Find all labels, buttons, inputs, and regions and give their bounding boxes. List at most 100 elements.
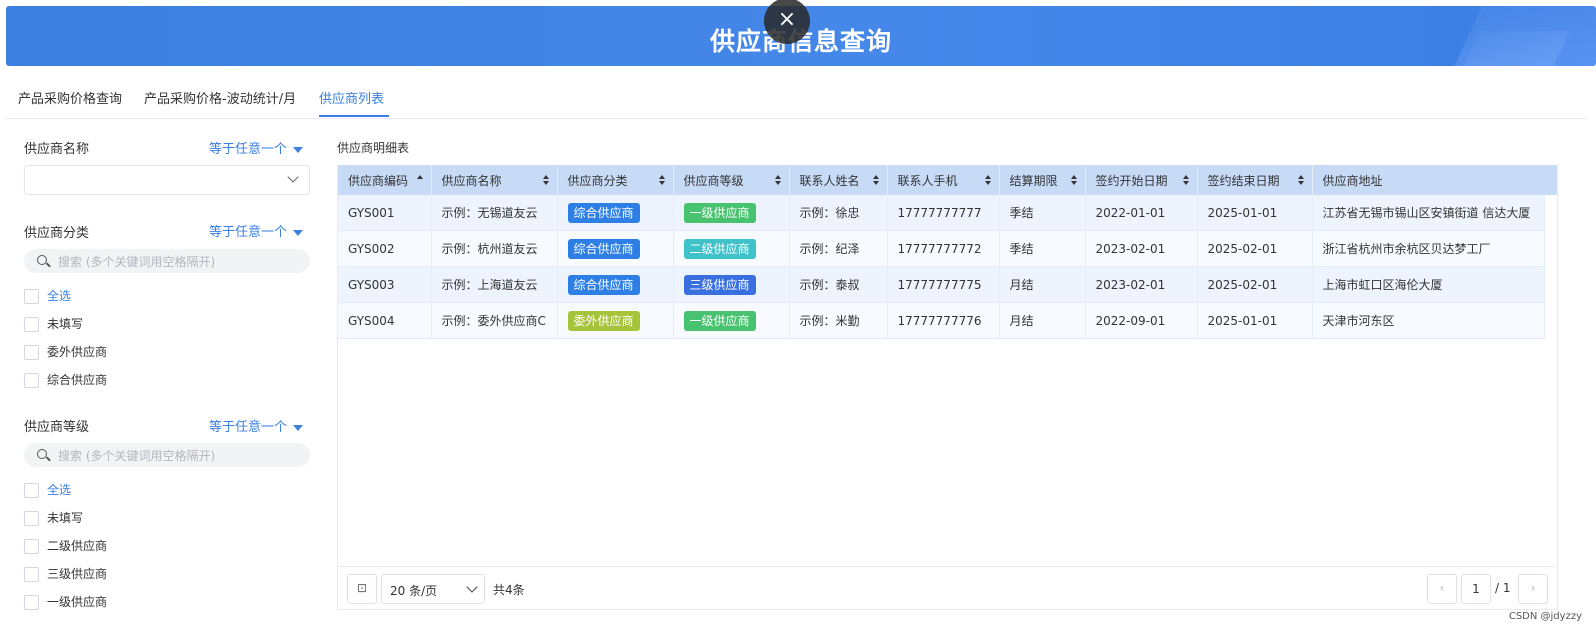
supplier-name-select[interactable] [24, 165, 310, 195]
cell-level: 二级供应商 [673, 230, 790, 267]
close-icon[interactable]: × [764, 0, 810, 44]
checkbox-level-third[interactable]: 三级供应商 [24, 565, 107, 583]
cell-start-date: 2022-09-01 [1085, 302, 1198, 339]
caret-down-icon [293, 146, 304, 153]
cell-code: GYS001 [338, 195, 432, 231]
cell-term: 月结 [999, 302, 1086, 339]
filter-mode-dropdown[interactable]: 等于任意一个 [209, 138, 304, 157]
chevron-down-icon [287, 171, 299, 183]
cell-category: 综合供应商 [557, 230, 674, 267]
checkbox[interactable] [24, 595, 39, 610]
cell-phone: 17777777775 [887, 266, 1000, 303]
page-size-value: 20 条/页 [390, 584, 438, 598]
sort-icon[interactable] [542, 175, 549, 185]
cell-level: 一级供应商 [673, 302, 790, 339]
checkbox[interactable] [24, 373, 39, 388]
checkbox[interactable] [24, 345, 39, 360]
cell-phone: 17777777772 [887, 230, 1000, 267]
cell-contact: 示例：纪泽 [789, 230, 888, 267]
checkbox[interactable] [24, 483, 39, 498]
column-header[interactable]: 供应商分类 [557, 165, 674, 195]
cell-category: 综合供应商 [557, 195, 674, 231]
filter-mode-dropdown[interactable]: 等于任意一个 [209, 416, 304, 435]
checkbox-level-second[interactable]: 二级供应商 [24, 537, 107, 555]
cell-address: 江苏省无锡市锡山区安镇街道 信达大厦 [1312, 195, 1545, 231]
category-tag: 委外供应商 [567, 310, 640, 331]
tab-supplier-list[interactable]: 供应商列表 [319, 88, 384, 107]
cell-term: 季结 [999, 230, 1086, 267]
column-header[interactable]: 供应商等级 [673, 165, 790, 195]
checkbox[interactable] [24, 317, 39, 332]
checkbox-category-comprehensive[interactable]: 综合供应商 [24, 371, 107, 389]
checkbox[interactable] [24, 289, 39, 304]
column-header[interactable]: 联系人手机 [887, 165, 1000, 195]
category-tag: 综合供应商 [567, 202, 640, 223]
table-title: 供应商明细表 [337, 141, 410, 155]
cell-start-date: 2023-02-01 [1085, 266, 1198, 303]
column-header[interactable]: 供应商编码 [338, 165, 432, 195]
sort-icon[interactable] [658, 175, 665, 185]
sort-icon[interactable] [1182, 175, 1189, 185]
sort-icon[interactable] [984, 175, 991, 185]
cell-end-date: 2025-01-01 [1197, 195, 1313, 231]
tab-price-fluctuation[interactable]: 产品采购价格-波动统计/月 [144, 88, 296, 107]
cell-name: 示例：杭州道友云 [431, 230, 558, 267]
table-row[interactable]: GYS004 示例：委外供应商C 委外供应商 一级供应商 示例：米勤 1777777777… [338, 302, 1545, 339]
cell-name: 示例：无锡道友云 [431, 195, 558, 231]
next-page-icon[interactable]: › [1518, 574, 1548, 604]
checkbox-level-first[interactable]: 一级供应商 [24, 593, 107, 611]
table-row[interactable]: GYS001 示例：无锡道友云 综合供应商 一级供应商 示例：徐忠 17777777777… [338, 195, 1545, 231]
cell-address: 上海市虹口区海伦大厦 [1312, 266, 1545, 303]
sort-icon[interactable] [1070, 175, 1077, 185]
cell-phone: 17777777776 [887, 302, 1000, 339]
category-tag: 综合供应商 [567, 274, 640, 295]
cell-contact: 示例：泰叔 [789, 266, 888, 303]
page-size-select[interactable]: 20 条/页 [381, 574, 485, 604]
cell-level: 三级供应商 [673, 266, 790, 303]
sort-asc-icon[interactable] [416, 175, 423, 185]
table-header-row: 供应商编码 供应商名称 供应商分类 供应商等级 联系人姓名 联系人手机 结算期限… [338, 165, 1545, 195]
checkbox-level-all[interactable]: 全选 [24, 481, 71, 499]
prev-page-icon[interactable]: ‹ [1427, 574, 1457, 604]
checkbox-category-outsourced[interactable]: 委外供应商 [24, 343, 107, 361]
checkbox[interactable] [24, 567, 39, 582]
column-header[interactable]: 签约开始日期 [1085, 165, 1198, 195]
column-header[interactable]: 供应商名称 [431, 165, 558, 195]
cell-address: 浙江省杭州市余杭区贝达梦工厂 [1312, 230, 1545, 267]
supplier-table-container: 供应商编码 供应商名称 供应商分类 供应商等级 联系人姓名 联系人手机 结算期限… [337, 165, 1558, 610]
column-header[interactable]: 联系人姓名 [789, 165, 888, 195]
total-pages: / 1 [1495, 581, 1511, 595]
total-count: 共4条 [493, 583, 525, 597]
table-row[interactable]: GYS002 示例：杭州道友云 综合供应商 二级供应商 示例：纪泽 17777777772… [338, 230, 1545, 267]
table-row[interactable]: GYS003 示例：上海道友云 综合供应商 三级供应商 示例：泰叔 17777777775… [338, 266, 1545, 303]
filter-mode-dropdown[interactable]: 等于任意一个 [209, 221, 304, 240]
cell-phone: 17777777777 [887, 195, 1000, 231]
watermark: CSDN @jdyzzy [1508, 611, 1582, 622]
column-settings-icon[interactable]: ⊡ [347, 574, 377, 604]
checkbox[interactable] [24, 539, 39, 554]
level-search-input[interactable] [56, 446, 300, 466]
checkbox-level-unfilled[interactable]: 未填写 [24, 509, 83, 527]
checkbox-category-unfilled[interactable]: 未填写 [24, 315, 83, 333]
category-search [24, 249, 310, 273]
sort-icon[interactable] [872, 175, 879, 185]
active-tab-indicator [319, 115, 389, 117]
sort-icon[interactable] [1297, 175, 1304, 185]
cell-category: 综合供应商 [557, 266, 674, 303]
level-tag: 一级供应商 [683, 202, 756, 223]
page-number-input[interactable]: 1 [1461, 574, 1491, 604]
level-tag: 三级供应商 [683, 274, 756, 295]
cell-name: 示例：上海道友云 [431, 266, 558, 303]
cell-code: GYS002 [338, 230, 432, 267]
column-header[interactable]: 结算期限 [999, 165, 1086, 195]
filter-title-supplier-level: 供应商等级 [24, 420, 90, 435]
search-icon [37, 255, 47, 265]
checkbox-category-all[interactable]: 全选 [24, 287, 71, 305]
column-header[interactable]: 供应商地址 [1312, 165, 1545, 195]
tab-price-query[interactable]: 产品采购价格查询 [18, 88, 122, 107]
checkbox[interactable] [24, 511, 39, 526]
sort-icon[interactable] [774, 175, 781, 185]
supplier-table: 供应商编码 供应商名称 供应商分类 供应商等级 联系人姓名 联系人手机 结算期限… [338, 165, 1545, 339]
column-header[interactable]: 签约结束日期 [1197, 165, 1313, 195]
category-search-input[interactable] [56, 252, 300, 272]
